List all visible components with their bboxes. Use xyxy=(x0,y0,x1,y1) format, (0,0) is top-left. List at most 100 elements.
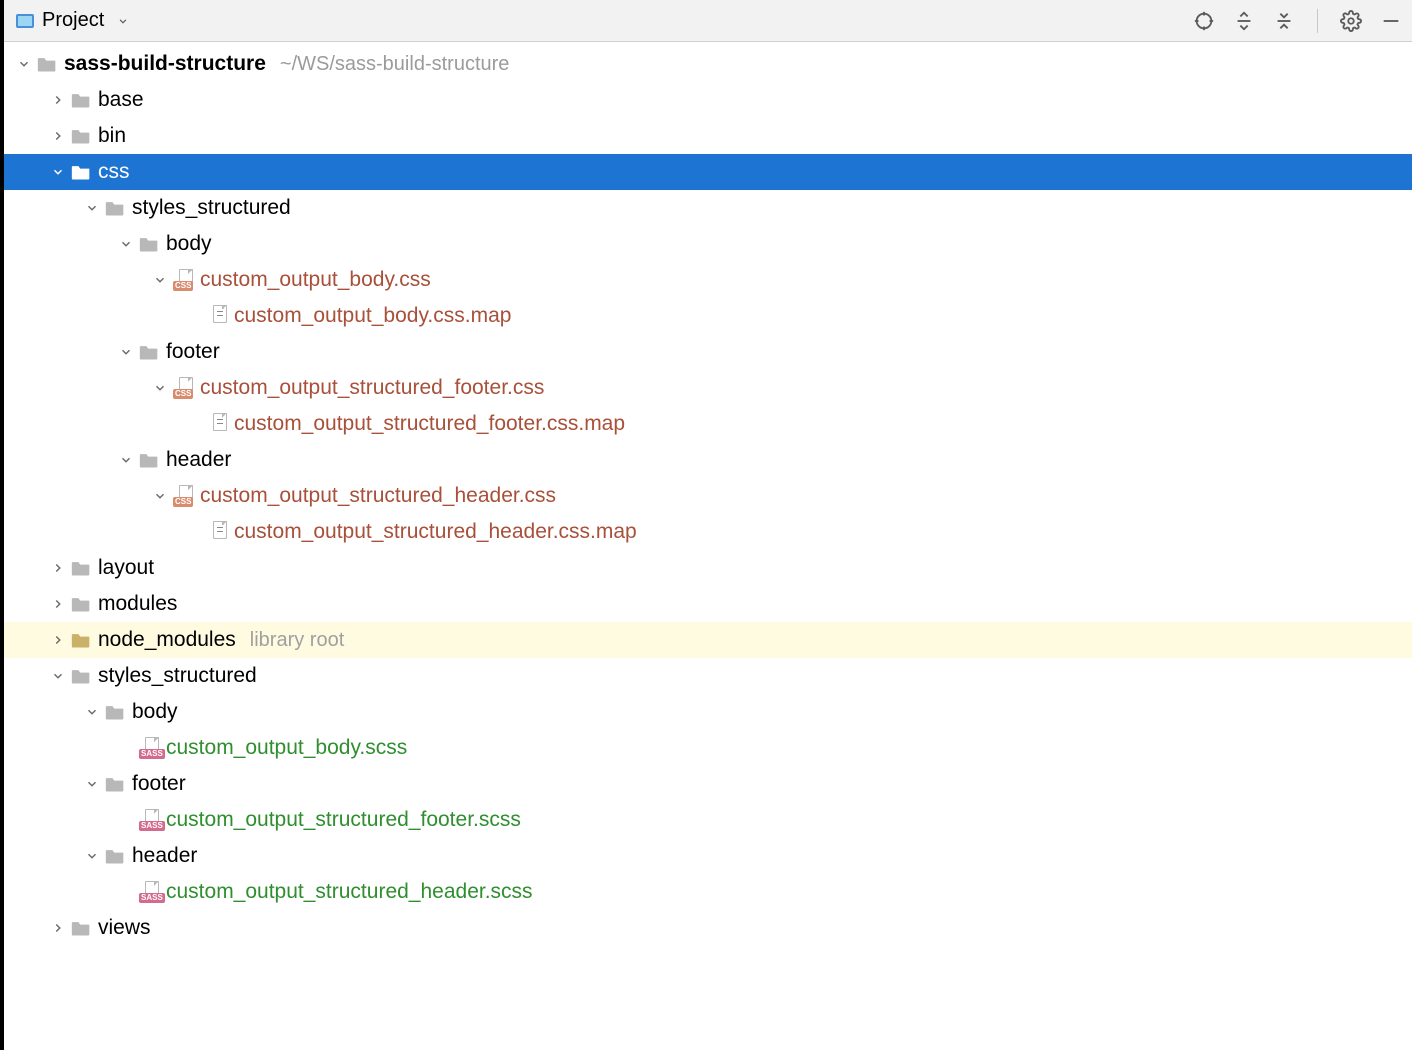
tree-row[interactable]: styles_structured xyxy=(4,658,1412,694)
expand-all-icon[interactable] xyxy=(1233,10,1255,32)
folder-icon xyxy=(70,666,92,686)
panel-title[interactable]: Project xyxy=(42,9,104,32)
chevron-right-icon[interactable] xyxy=(48,594,68,614)
chevron-right-icon[interactable] xyxy=(48,630,68,650)
folder-icon xyxy=(70,126,92,146)
tree-row[interactable]: CSS custom_output_structured_header.css xyxy=(4,478,1412,514)
folder-icon xyxy=(104,198,126,218)
tree-row[interactable]: footer xyxy=(4,334,1412,370)
chevron-down-icon[interactable] xyxy=(48,162,68,182)
tree-item-secondary: library root xyxy=(250,629,344,652)
chevron-down-icon[interactable] xyxy=(116,342,136,362)
tree-item-label: custom_output_body.scss xyxy=(166,736,407,760)
file-icon xyxy=(206,306,228,326)
tree-item-label: custom_output_structured_header.css.map xyxy=(234,520,637,544)
tree-item-label: custom_output_structured_footer.css.map xyxy=(234,412,625,436)
tree-item-label: header xyxy=(166,448,231,472)
chevron-down-icon[interactable] xyxy=(82,774,102,794)
tree-item-label: custom_output_body.css xyxy=(200,268,431,292)
tree-row[interactable]: body xyxy=(4,226,1412,262)
tree-row[interactable]: SASS custom_output_structured_header.scss xyxy=(4,874,1412,910)
folder-icon xyxy=(36,54,58,74)
file-icon xyxy=(206,522,228,542)
chevron-down-icon[interactable] xyxy=(150,270,170,290)
tree-row[interactable]: custom_output_structured_header.css.map xyxy=(4,514,1412,550)
hide-icon[interactable] xyxy=(1380,10,1402,32)
chevron-down-icon[interactable] xyxy=(116,234,136,254)
folder-icon xyxy=(70,918,92,938)
folder-icon xyxy=(70,630,92,650)
folder-icon xyxy=(70,162,92,182)
tree-item-label: custom_output_body.css.map xyxy=(234,304,511,328)
tree-item-label: styles_structured xyxy=(98,664,257,688)
tree-row[interactable]: node_modules library root xyxy=(4,622,1412,658)
tree-item-label: footer xyxy=(132,772,186,796)
folder-icon xyxy=(138,234,160,254)
chevron-down-icon[interactable] xyxy=(116,450,136,470)
chevron-right-icon[interactable] xyxy=(48,90,68,110)
tree-row[interactable]: custom_output_structured_footer.css.map xyxy=(4,406,1412,442)
tree-row[interactable]: modules xyxy=(4,586,1412,622)
sass-file-icon: SASS xyxy=(138,882,160,902)
gear-icon[interactable] xyxy=(1340,10,1362,32)
tree-row[interactable]: custom_output_body.css.map xyxy=(4,298,1412,334)
css-file-icon: CSS xyxy=(172,270,194,290)
chevron-right-icon[interactable] xyxy=(48,126,68,146)
tree-item-label: styles_structured xyxy=(132,196,291,220)
tree-row[interactable]: SASS custom_output_structured_footer.scss xyxy=(4,802,1412,838)
tree-row[interactable]: views xyxy=(4,910,1412,946)
folder-icon xyxy=(70,558,92,578)
tree-item-label: views xyxy=(98,916,151,940)
toolbar-divider xyxy=(1317,9,1318,33)
tree-item-secondary: ~/WS/sass-build-structure xyxy=(280,53,510,76)
tree-item-label: custom_output_structured_header.css xyxy=(200,484,556,508)
tree-row[interactable]: bin xyxy=(4,118,1412,154)
tree-item-label: node_modules xyxy=(98,628,236,652)
tree-row[interactable]: body xyxy=(4,694,1412,730)
sass-file-icon: SASS xyxy=(138,810,160,830)
tree-item-label: sass-build-structure xyxy=(64,52,266,76)
chevron-down-icon[interactable] xyxy=(14,54,34,74)
folder-icon xyxy=(104,774,126,794)
tree-row[interactable]: sass-build-structure ~/WS/sass-build-stru… xyxy=(4,46,1412,82)
tree-row[interactable]: footer xyxy=(4,766,1412,802)
folder-icon xyxy=(138,342,160,362)
project-view-icon xyxy=(16,14,34,28)
tree-row[interactable]: header xyxy=(4,838,1412,874)
project-toolbar: Project xyxy=(4,0,1412,42)
collapse-all-icon[interactable] xyxy=(1273,10,1295,32)
tree-row[interactable]: SASScustom_output_body.scss xyxy=(4,730,1412,766)
tree-item-label: base xyxy=(98,88,144,112)
chevron-down-icon[interactable] xyxy=(82,198,102,218)
tree-item-label: custom_output_structured_footer.scss xyxy=(166,808,521,832)
chevron-down-icon[interactable] xyxy=(82,846,102,866)
folder-icon xyxy=(138,450,160,470)
css-file-icon: CSS xyxy=(172,486,194,506)
folder-icon xyxy=(104,846,126,866)
project-tree[interactable]: sass-build-structure ~/WS/sass-build-stru… xyxy=(4,42,1412,946)
view-dropdown-icon[interactable] xyxy=(112,10,134,32)
tree-item-label: body xyxy=(166,232,212,256)
tree-row[interactable]: css xyxy=(4,154,1412,190)
tree-row[interactable]: base xyxy=(4,82,1412,118)
tree-row[interactable]: styles_structured xyxy=(4,190,1412,226)
tree-row[interactable]: header xyxy=(4,442,1412,478)
tree-item-label: layout xyxy=(98,556,154,580)
locate-icon[interactable] xyxy=(1193,10,1215,32)
css-file-icon: CSS xyxy=(172,378,194,398)
tree-row[interactable]: layout xyxy=(4,550,1412,586)
tree-row[interactable]: CSScustom_output_structured_footer.css xyxy=(4,370,1412,406)
file-icon xyxy=(206,414,228,434)
chevron-down-icon[interactable] xyxy=(82,702,102,722)
chevron-right-icon[interactable] xyxy=(48,558,68,578)
tree-item-label: custom_output_structured_header.scss xyxy=(166,880,533,904)
tree-item-label: body xyxy=(132,700,178,724)
tree-item-label: header xyxy=(132,844,197,868)
folder-icon xyxy=(70,594,92,614)
chevron-down-icon[interactable] xyxy=(48,666,68,686)
chevron-down-icon[interactable] xyxy=(150,486,170,506)
chevron-right-icon[interactable] xyxy=(48,918,68,938)
tree-row[interactable]: CSS custom_output_body.css xyxy=(4,262,1412,298)
folder-icon xyxy=(70,90,92,110)
chevron-down-icon[interactable] xyxy=(150,378,170,398)
